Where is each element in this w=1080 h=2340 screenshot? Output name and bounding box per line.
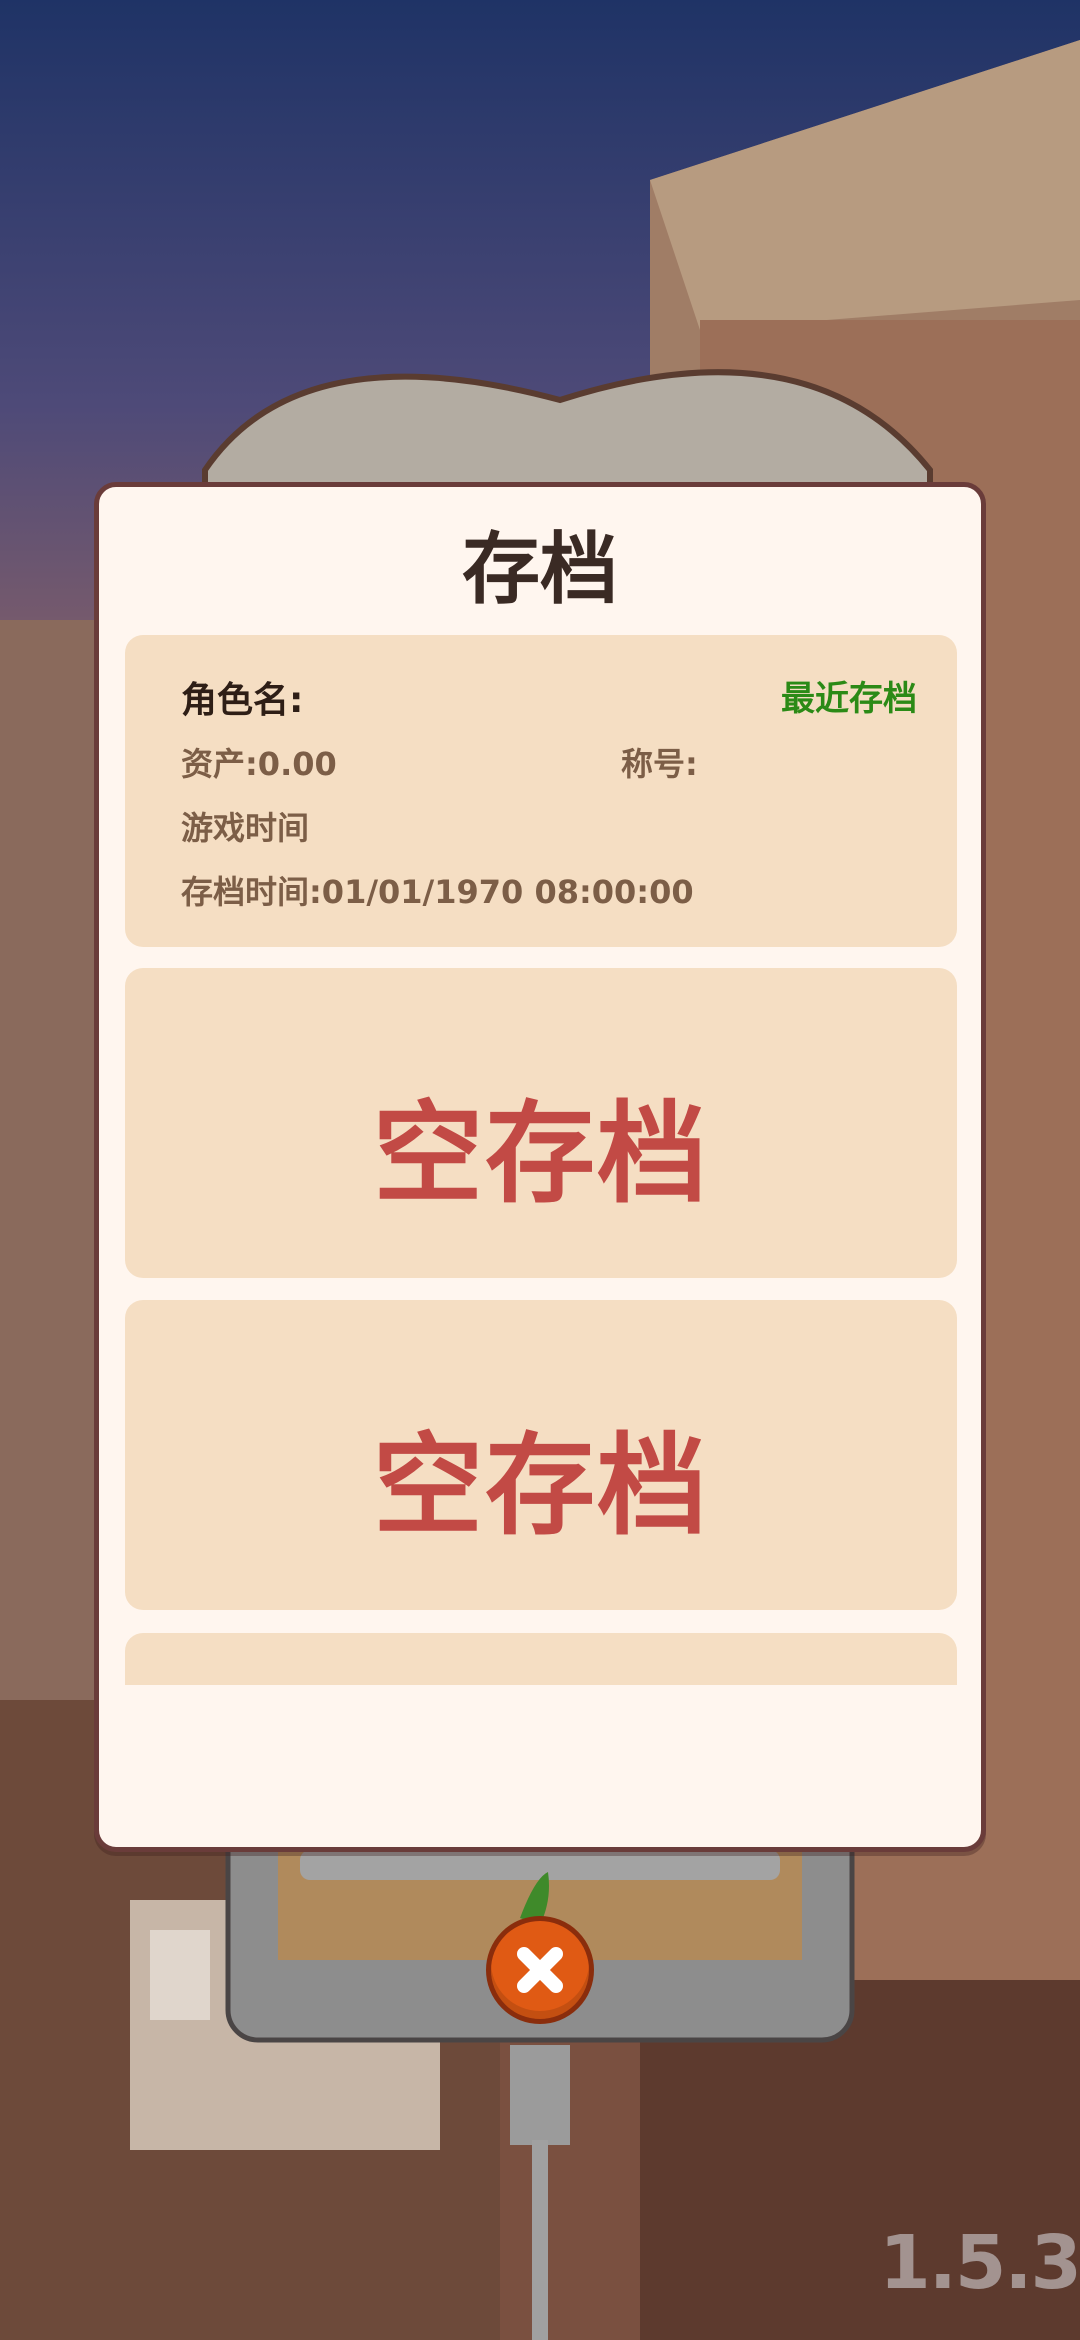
save-dialog: 存档 角色名: 最近存档 资产:0.00 称号: 游戏时间 存档时间:01/01… xyxy=(94,482,986,1852)
playtime-text: 游戏时间 xyxy=(181,809,310,847)
save-slot-3[interactable]: 空存档 xyxy=(125,1300,957,1610)
save-slot-4-partial[interactable] xyxy=(125,1633,957,1685)
recent-save-badge: 最近存档 xyxy=(781,679,917,719)
empty-slot-label: 空存档 xyxy=(373,1422,709,1550)
save-slot-2[interactable]: 空存档 xyxy=(125,968,957,1278)
close-x-icon xyxy=(517,1947,563,1993)
rank-text: 称号: xyxy=(621,745,698,783)
close-button[interactable] xyxy=(486,1916,594,2024)
assets-text: 资产:0.00 xyxy=(181,745,337,783)
dialog-title: 存档 xyxy=(461,525,618,615)
empty-slot-label: 空存档 xyxy=(373,1090,709,1218)
version-label: 1.5.3 xyxy=(879,2220,1080,2306)
save-time-text: 存档时间:01/01/1970 08:00:00 xyxy=(181,873,694,911)
character-name-label: 角色名: xyxy=(181,680,304,721)
save-slot-1[interactable]: 角色名: 最近存档 资产:0.00 称号: 游戏时间 存档时间:01/01/19… xyxy=(125,635,957,947)
